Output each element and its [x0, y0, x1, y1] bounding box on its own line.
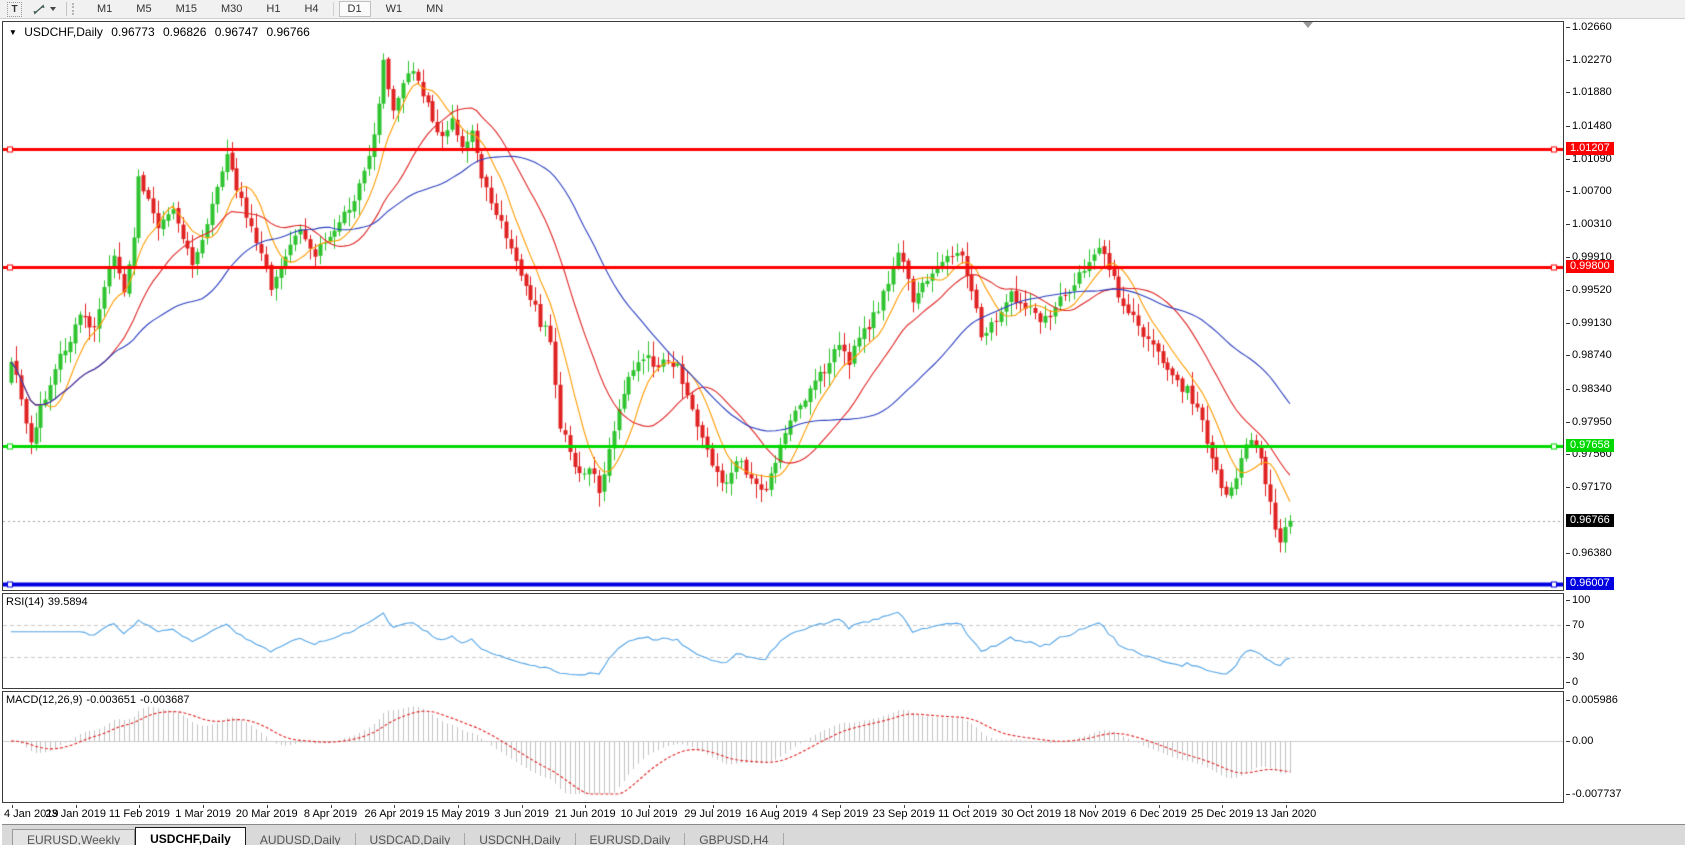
tab-gbpusd-h4[interactable]: GBPUSD,H4 [685, 830, 782, 845]
time-axis-label: 26 Apr 2019 [365, 808, 424, 820]
time-axis-label: 29 Jul 2019 [684, 808, 741, 820]
tab-eurusd-daily[interactable]: EURUSD,Daily [576, 830, 685, 845]
timeframe-button-h4[interactable]: H4 [295, 1, 327, 17]
time-axis-label: 25 Dec 2019 [1191, 808, 1253, 820]
chart-title: USDCHF,Daily 0.96773 0.96826 0.96747 0.9… [7, 25, 310, 39]
macd-axis-label: 0.005986 [1572, 694, 1618, 706]
price-axis-label: 0.99520 [1572, 284, 1612, 296]
time-axis-label: 23 Jan 2019 [45, 808, 106, 820]
tab-usdcad-daily[interactable]: USDCAD,Daily [356, 830, 465, 845]
price-line-label[interactable]: 1.01207 [1566, 142, 1614, 155]
tab-audusd-daily[interactable]: AUDUSD,Daily [246, 830, 355, 845]
time-axis-label: 4 Sep 2019 [812, 808, 868, 820]
time-axis-label: 18 Nov 2019 [1064, 808, 1126, 820]
quote-low: 0.96747 [215, 25, 258, 39]
price-axis-label: 0.97170 [1572, 481, 1612, 493]
time-axis-label: 21 Jun 2019 [555, 808, 616, 820]
time-axis-label: 10 Jul 2019 [621, 808, 678, 820]
timeframe-button-h1[interactable]: H1 [257, 1, 289, 17]
time-axis-label: 11 Oct 2019 [938, 808, 997, 820]
macd-signal-value: -0.003687 [140, 694, 190, 706]
timeframe-button-m30[interactable]: M30 [212, 1, 251, 17]
time-axis-label: 3 Jun 2019 [494, 808, 548, 820]
toolbar: T M1 M5 M15 M30 H1 H4 D1 W1 MN [0, 0, 1685, 19]
macd-canvas[interactable] [3, 692, 1563, 802]
macd-indicator-name: MACD(12,26,9) [6, 694, 82, 706]
time-axis-label: 13 Jan 2020 [1256, 808, 1317, 820]
rsi-canvas[interactable] [3, 594, 1563, 688]
rsi-indicator-name: RSI(14) [6, 596, 44, 608]
time-axis-label: 1 Mar 2019 [175, 808, 231, 820]
price-axis-label: 0.98740 [1572, 349, 1612, 361]
time-axis-label: 11 Feb 2019 [109, 808, 170, 820]
tab-eurusd-weekly[interactable]: EURUSD,Weekly [12, 829, 135, 845]
chart-stack: USDCHF,Daily 0.96773 0.96826 0.96747 0.9… [0, 19, 1685, 845]
time-axis-label: 15 May 2019 [426, 808, 490, 820]
current-price-label: 0.96766 [1566, 514, 1614, 527]
price-axis-label: 1.02660 [1572, 21, 1612, 33]
time-axis-label: 30 Oct 2019 [1001, 808, 1061, 820]
quote-high: 0.96826 [163, 25, 206, 39]
macd-axis-label: -0.007737 [1572, 788, 1622, 800]
toolbar-separator [66, 2, 67, 16]
rsi-pane[interactable]: RSI(14) 39.5894 [2, 593, 1564, 689]
price-line-label[interactable]: 0.97658 [1566, 439, 1614, 452]
chart-shift-marker-icon[interactable] [1303, 22, 1313, 28]
rsi-axis-label: 0 [1572, 676, 1578, 688]
tab-usdchf-daily[interactable]: USDCHF,Daily [135, 827, 246, 845]
macd-main-value: -0.003651 [86, 694, 136, 706]
arrows-tool-button[interactable] [29, 1, 59, 17]
price-axis-label: 0.99130 [1572, 317, 1612, 329]
rsi-axis-label: 70 [1572, 619, 1584, 631]
toolbar-separator [333, 2, 334, 16]
chart-tabs-bar: EURUSD,Weekly USDCHF,Daily AUDUSD,Daily … [2, 824, 1685, 845]
timeframe-button-mn[interactable]: MN [417, 1, 452, 17]
time-axis-label: 20 Mar 2019 [236, 808, 298, 820]
timeframe-button-m15[interactable]: M15 [167, 1, 206, 17]
price-axis-label: 1.02270 [1572, 54, 1612, 66]
macd-axis: 0.005986 0.00 -0.007737 [1564, 691, 1685, 803]
price-axis-label: 0.96380 [1572, 547, 1612, 559]
tab-usdcnh-daily[interactable]: USDCNH,Daily [465, 830, 574, 845]
quote-open: 0.96773 [111, 25, 154, 39]
price-line-label[interactable]: 0.96007 [1566, 577, 1614, 590]
rsi-axis-label: 100 [1572, 594, 1590, 606]
collapse-triangle-icon[interactable] [9, 27, 17, 37]
price-axis-label: 1.00700 [1572, 185, 1612, 197]
dropdown-caret-icon[interactable] [50, 7, 56, 11]
main-chart-canvas[interactable] [3, 22, 1563, 590]
price-axis-label: 1.01880 [1572, 86, 1612, 98]
time-axis-label: 6 Dec 2019 [1130, 808, 1186, 820]
chart-symbol: USDCHF,Daily [24, 25, 103, 39]
text-tool-icon: T [7, 2, 22, 17]
main-chart-pane[interactable]: USDCHF,Daily 0.96773 0.96826 0.96747 0.9… [2, 21, 1564, 591]
price-axis: 1.026601.022701.018801.014801.010901.007… [1564, 21, 1685, 591]
diagonal-arrows-icon [32, 3, 46, 16]
price-line-label[interactable]: 0.99800 [1566, 260, 1614, 273]
rsi-label: RSI(14) 39.5894 [6, 596, 92, 608]
time-axis-label: 16 Aug 2019 [745, 808, 807, 820]
tab-separator [783, 833, 784, 845]
rsi-axis: 100 70 30 0 [1564, 593, 1685, 689]
timeframe-button-m1[interactable]: M1 [88, 1, 121, 17]
timeframe-button-w1[interactable]: W1 [377, 1, 412, 17]
timeframe-button-d1[interactable]: D1 [339, 1, 371, 17]
mt4-window: T M1 M5 M15 M30 H1 H4 D1 W1 MN [0, 0, 1685, 845]
price-axis-label: 1.01480 [1572, 120, 1612, 132]
macd-pane[interactable]: MACD(12,26,9) -0.003651 -0.003687 [2, 691, 1564, 803]
macd-label: MACD(12,26,9) -0.003651 -0.003687 [6, 694, 194, 706]
time-axis: 4 Jan 201923 Jan 201911 Feb 20191 Mar 20… [2, 805, 1685, 824]
macd-axis-label: 0.00 [1572, 735, 1593, 747]
quote-close: 0.96766 [266, 25, 309, 39]
text-tool-button[interactable]: T [4, 1, 25, 17]
rsi-axis-label: 30 [1572, 651, 1584, 663]
time-axis-label: 23 Sep 2019 [873, 808, 935, 820]
timeframe-button-m5[interactable]: M5 [127, 1, 160, 17]
time-axis-label: 8 Apr 2019 [304, 808, 357, 820]
price-axis-label: 1.00310 [1572, 218, 1612, 230]
price-axis-label: 0.98340 [1572, 383, 1612, 395]
toolbar-grip[interactable] [72, 3, 77, 15]
price-axis-label: 0.97950 [1572, 416, 1612, 428]
rsi-value: 39.5894 [48, 596, 88, 608]
